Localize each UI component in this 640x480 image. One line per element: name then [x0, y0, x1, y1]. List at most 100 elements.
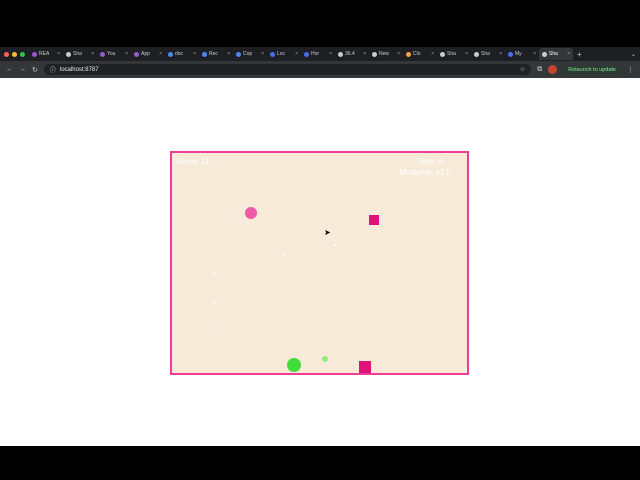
close-tab-icon[interactable]: × — [227, 51, 230, 57]
browser-tab[interactable]: You × — [97, 48, 131, 60]
sparkle-particle — [234, 215, 236, 217]
tab-label: REA — [39, 51, 50, 57]
sparkle-particle — [213, 273, 215, 275]
close-tab-icon[interactable]: × — [193, 51, 196, 57]
tab-label: Sha — [549, 51, 558, 57]
globe-icon — [304, 51, 309, 57]
doc-icon — [202, 51, 207, 57]
tab-search-icon[interactable]: ⌄ — [631, 51, 636, 58]
close-tab-icon[interactable]: × — [533, 51, 536, 57]
site-info-icon[interactable]: ⓘ — [50, 65, 56, 74]
close-tab-icon[interactable]: × — [567, 51, 570, 57]
new-tab-button[interactable]: + — [577, 50, 582, 59]
screen-bottom-bezel — [0, 446, 640, 480]
purple-logo-icon — [100, 51, 105, 57]
menu-dots-icon[interactable]: ⋮ — [627, 66, 634, 74]
game-canvas[interactable]: Score: 11 Time: 6 Multiplier: x1.0 — [170, 151, 469, 375]
tab-label: App — [141, 51, 150, 57]
mouse-cursor-icon: ➤ — [324, 228, 331, 237]
enemy-square — [369, 215, 379, 225]
score-display: Score: 11 — [176, 157, 210, 166]
gear-icon — [372, 51, 377, 57]
close-tab-icon[interactable]: × — [91, 51, 94, 57]
close-tab-icon[interactable]: × — [499, 51, 502, 57]
tab-label: New — [379, 51, 390, 57]
cloud-icon — [406, 51, 411, 57]
close-window-button[interactable] — [4, 51, 9, 57]
browser-tab[interactable]: Sha × — [437, 48, 471, 60]
browser-tab-strip: REA × Sha × You × App × doc × Rec × Cop × Loc × Hor × 36.4… — [0, 47, 640, 61]
tab-label: doc — [175, 51, 184, 57]
player-circle — [287, 358, 301, 372]
relaunch-button[interactable]: Relaunch to update — [563, 65, 621, 74]
browser-tab[interactable]: New × — [369, 48, 403, 60]
browser-tab[interactable]: Sha × — [471, 48, 505, 60]
browser-tab[interactable]: 36.4 × — [335, 48, 369, 60]
globe-icon — [270, 51, 275, 57]
close-tab-icon[interactable]: × — [397, 51, 400, 57]
globe-icon — [440, 51, 445, 57]
profile-avatar[interactable] — [548, 65, 558, 74]
sparkle-particle — [213, 301, 215, 303]
browser-tab[interactable]: Rec × — [199, 48, 233, 60]
window-controls — [0, 51, 29, 57]
browser-tab[interactable]: Hor × — [301, 48, 335, 60]
pink-orb — [245, 207, 257, 219]
browser-tab[interactable]: Clo × — [403, 48, 437, 60]
bookmark-star-icon[interactable]: ☆ — [520, 66, 525, 73]
globe-icon — [474, 51, 479, 57]
doc-icon — [168, 51, 173, 57]
doc-icon — [236, 51, 241, 57]
minimize-window-button[interactable] — [12, 51, 17, 57]
tab-label: Hor — [311, 51, 320, 57]
close-tab-icon[interactable]: × — [295, 51, 298, 57]
tab-label: Sha — [447, 51, 456, 57]
browser-tab[interactable]: App × — [131, 48, 165, 60]
screen-top-bezel — [0, 0, 640, 46]
globe-icon — [338, 51, 343, 57]
globe-icon — [542, 51, 547, 57]
tab-label: Loc — [277, 51, 286, 57]
browser-tab[interactable]: Cop × — [233, 48, 267, 60]
sparkle-particle — [334, 244, 336, 246]
purple-logo-icon — [134, 51, 139, 57]
close-tab-icon[interactable]: × — [261, 51, 264, 57]
close-tab-icon[interactable]: × — [159, 51, 162, 57]
close-tab-icon[interactable]: × — [125, 51, 128, 57]
close-tab-icon[interactable]: × — [363, 51, 366, 57]
multiplier-display: Multiplier: x1.0 — [399, 168, 451, 177]
maximize-window-button[interactable] — [20, 51, 25, 57]
extensions-icon[interactable]: ⧉ — [537, 66, 542, 74]
browser-tab[interactable]: doc × — [165, 48, 199, 60]
close-tab-icon[interactable]: × — [465, 51, 468, 57]
purple-logo-icon — [32, 51, 37, 57]
close-tab-icon[interactable]: × — [329, 51, 332, 57]
sparkle-particle — [213, 327, 215, 329]
browser-tab[interactable]: REA × — [29, 48, 63, 60]
tab-label: My — [515, 51, 522, 57]
globe-icon — [508, 51, 513, 57]
address-bar[interactable]: ⓘ localhost:8787 ☆ — [43, 64, 532, 75]
browser-tab[interactable]: My × — [505, 48, 539, 60]
forward-arrow-icon[interactable]: → — [19, 66, 26, 73]
reload-icon[interactable]: ↻ — [32, 66, 38, 74]
browser-tab[interactable]: Loc × — [267, 48, 301, 60]
tab-label: Cop — [243, 51, 253, 57]
browser-tab[interactable]: Sha × — [539, 48, 573, 60]
time-display: Time: 6 — [416, 157, 443, 166]
back-arrow-icon[interactable]: ← — [6, 66, 13, 73]
globe-icon — [66, 51, 71, 57]
tab-label: Sha — [73, 51, 82, 57]
close-tab-icon[interactable]: × — [57, 51, 60, 57]
tab-label: You — [107, 51, 116, 57]
enemy-square — [359, 361, 371, 373]
green-orb — [322, 356, 328, 362]
url-text: localhost:8787 — [59, 66, 99, 73]
browser-tab[interactable]: Sha × — [63, 48, 97, 60]
tab-list: REA × Sha × You × App × doc × Rec × Cop × Loc × Hor × 36.4… — [29, 48, 573, 60]
tab-label: Clo — [413, 51, 421, 57]
tab-label: Rec — [209, 51, 218, 57]
close-tab-icon[interactable]: × — [431, 51, 434, 57]
sparkle-particle — [284, 254, 286, 256]
tab-label: 36.4 — [345, 51, 355, 57]
